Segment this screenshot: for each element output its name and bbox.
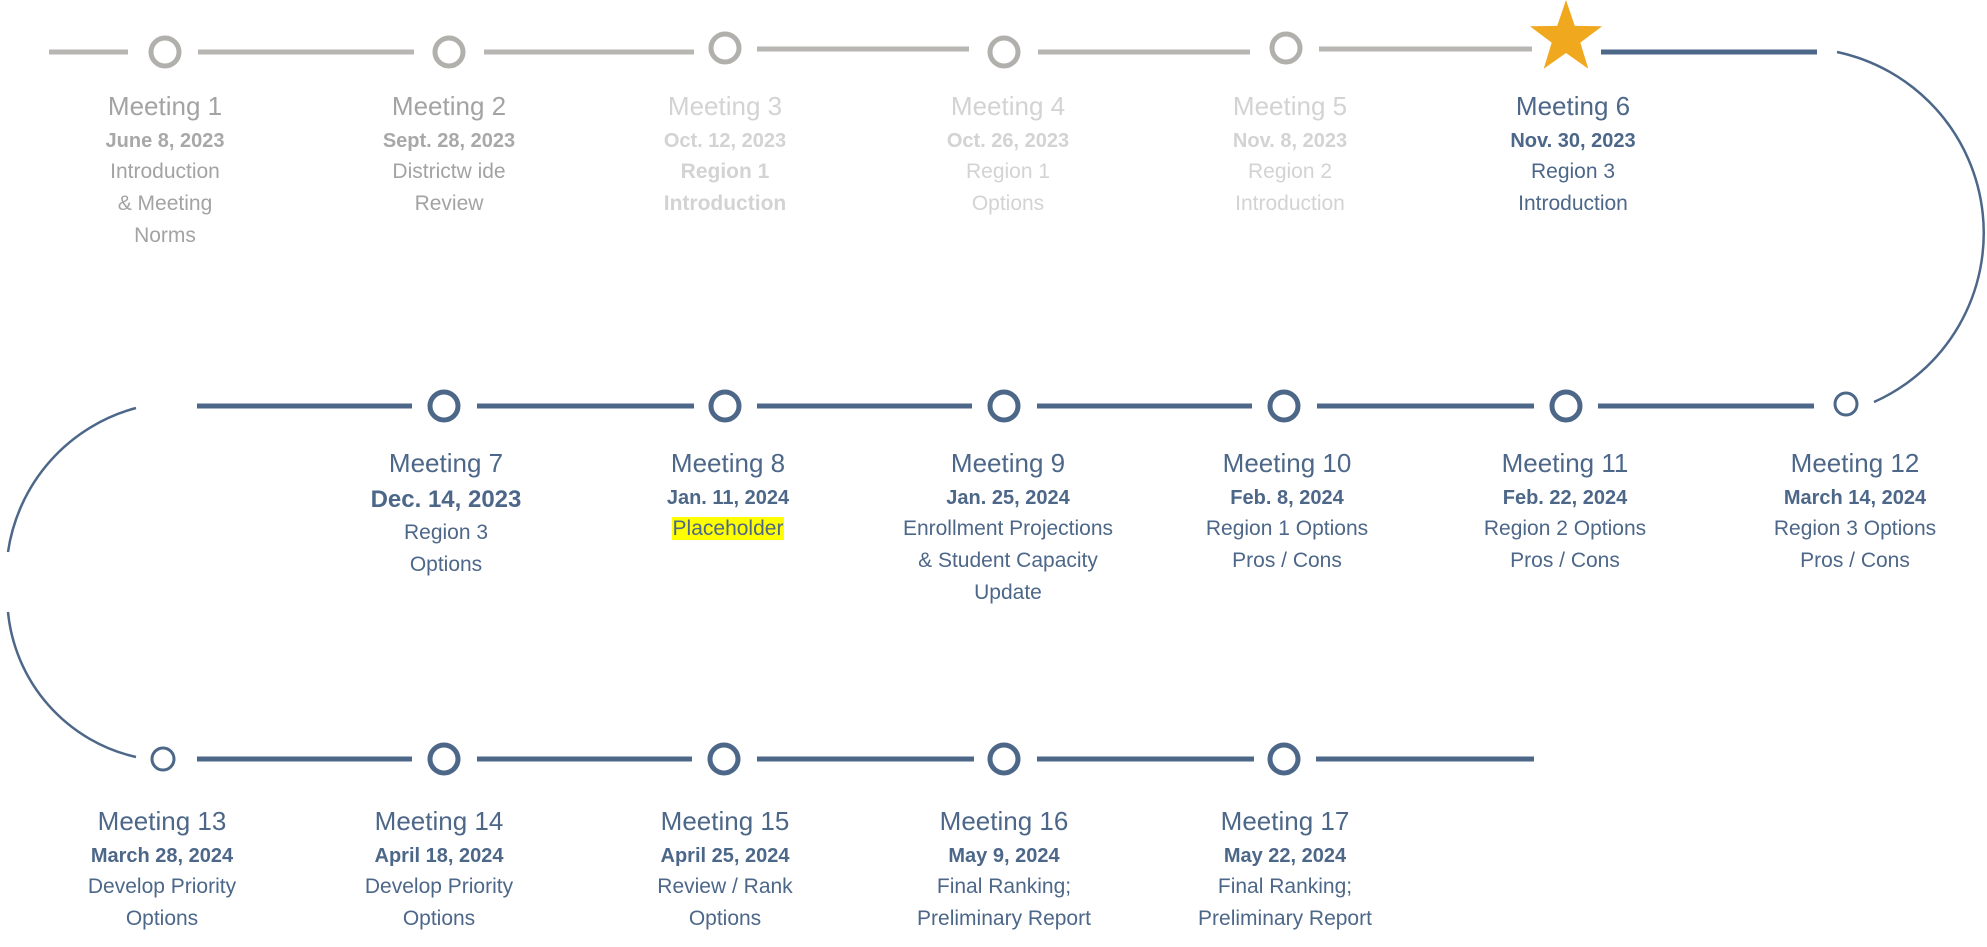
meeting-topic: Placeholder <box>608 513 848 545</box>
timeline-node-icon <box>1269 31 1303 65</box>
meeting-topic: Region 1 Options Pros / Cons <box>1205 517 1369 572</box>
meeting-date: Dec. 14, 2023 <box>370 486 522 513</box>
meeting-topic: Introduction & Meeting Norms <box>110 160 220 247</box>
timeline-node-icon <box>1549 389 1583 423</box>
meeting-title: Meeting 15 <box>660 806 790 836</box>
meeting-title: Meeting 1 <box>107 91 223 121</box>
meeting-topic: Region 2 Introduction <box>1235 160 1345 215</box>
meeting-title: Meeting 11 <box>1501 448 1629 478</box>
meeting-title: Meeting 12 <box>1790 448 1920 478</box>
meeting-topic: Region 3 Options <box>403 521 489 576</box>
meeting-date: Nov. 8, 2023 <box>1232 130 1348 152</box>
meeting-title: Meeting 6 <box>1515 91 1631 121</box>
meeting-title: Meeting 17 <box>1220 806 1350 836</box>
timeline-node-icon <box>432 35 466 69</box>
meeting-date: May 22, 2024 <box>1223 845 1347 867</box>
meeting-6: Meeting 6 Nov. 30, 2023 Region 3 Introduct… <box>1453 90 1693 220</box>
meeting-title: Meeting 9 <box>950 448 1066 478</box>
timeline-node-icon <box>148 35 182 69</box>
timeline-node-icon <box>150 746 176 772</box>
meeting-1: Meeting 1 June 8, 2023 Introduction & Meet… <box>45 90 285 252</box>
connector-curve-left-top <box>6 406 137 553</box>
meeting-date: Feb. 22, 2024 <box>1502 487 1628 509</box>
meeting-14: Meeting 14 April 18, 2024 Develop Priority… <box>319 805 559 935</box>
meeting-date: April 18, 2024 <box>374 845 504 867</box>
meeting-topic: Develop Priority Options <box>87 875 237 930</box>
meeting-date: Oct. 26, 2023 <box>946 130 1070 152</box>
timeline-node-icon <box>987 35 1021 69</box>
meeting-8: Meeting 8 Jan. 11, 2024 Placeholder <box>608 447 848 545</box>
meeting-date: Feb. 8, 2024 <box>1230 487 1344 509</box>
timeline-node-icon <box>708 31 742 65</box>
timeline-node-icon <box>1267 742 1301 776</box>
meeting-7: Meeting 7 Dec. 14, 2023 Region 3 Options <box>326 447 566 581</box>
timeline-node-icon <box>427 389 461 423</box>
meeting-topic: Districtw ide Review <box>392 160 506 215</box>
meeting-topic: Region 1 Introduction <box>663 160 787 215</box>
meeting-date: April 25, 2024 <box>660 845 790 867</box>
meeting-title: Meeting 2 <box>391 91 507 121</box>
meeting-title: Meeting 8 <box>670 448 786 478</box>
timeline-node-icon <box>987 742 1021 776</box>
meeting-title: Meeting 5 <box>1232 91 1348 121</box>
timeline-node-icon <box>427 742 461 776</box>
connector-curve-right <box>1836 50 1985 404</box>
meeting-topic: Review / Rank Options <box>657 875 793 930</box>
meeting-date: Nov. 30, 2023 <box>1510 130 1636 152</box>
meeting-12: Meeting 12 March 14, 2024 Region 3 Options… <box>1735 447 1975 577</box>
meeting-date: Jan. 11, 2024 <box>666 487 790 509</box>
meeting-13: Meeting 13 March 28, 2024 Develop Priority… <box>42 805 282 935</box>
meeting-5: Meeting 5 Nov. 8, 2023 Region 2 Introducti… <box>1170 90 1410 220</box>
star-icon <box>1529 0 1603 69</box>
timeline-node-icon <box>707 742 741 776</box>
meeting-title: Meeting 14 <box>374 806 504 836</box>
meeting-date: Oct. 12, 2023 <box>663 130 787 152</box>
meeting-2: Meeting 2 Sept. 28, 2023 Districtw ide Rev… <box>329 90 569 220</box>
meeting-date: June 8, 2023 <box>105 130 225 152</box>
timeline-node-icon <box>1833 391 1859 417</box>
meeting-16: Meeting 16 May 9, 2024 Final Ranking; Prel… <box>884 805 1124 935</box>
highlighted-placeholder: Placeholder <box>671 517 785 540</box>
meeting-topic: Region 3 Options Pros / Cons <box>1773 517 1937 572</box>
timeline-node-icon <box>708 389 742 423</box>
connector-curve-left-bottom <box>6 611 137 759</box>
meeting-topic: Region 2 Options Pros / Cons <box>1483 517 1647 572</box>
meeting-4: Meeting 4 Oct. 26, 2023 Region 1 Options <box>888 90 1128 220</box>
meeting-title: Meeting 7 <box>388 448 504 478</box>
meeting-topic: Develop Priority Options <box>364 875 514 930</box>
meeting-11: Meeting 11 Feb. 22, 2024 Region 2 Options … <box>1445 447 1685 577</box>
meeting-topic: Region 3 Introduction <box>1518 160 1628 215</box>
meeting-date: Jan. 25, 2024 <box>946 487 1070 509</box>
meeting-title: Meeting 10 <box>1222 448 1352 478</box>
meeting-date: March 28, 2024 <box>90 845 234 867</box>
meeting-topic: Final Ranking; Preliminary Report <box>1198 875 1372 930</box>
meeting-3: Meeting 3 Oct. 12, 2023 Region 1 Introduct… <box>605 90 845 220</box>
meeting-10: Meeting 10 Feb. 8, 2024 Region 1 Options P… <box>1167 447 1407 577</box>
meeting-topic: Final Ranking; Preliminary Report <box>917 875 1091 930</box>
timeline-node-icon <box>1267 389 1301 423</box>
meeting-date: Sept. 28, 2023 <box>382 130 516 152</box>
meeting-date: March 14, 2024 <box>1783 487 1927 509</box>
meeting-15: Meeting 15 April 25, 2024 Review / Rank Op… <box>605 805 845 935</box>
meeting-topic: Enrollment Projections & Student Capacit… <box>902 517 1114 604</box>
meeting-date: May 9, 2024 <box>948 845 1060 867</box>
meeting-9: Meeting 9 Jan. 25, 2024 Enrollment Project… <box>888 447 1128 609</box>
timeline-node-icon <box>987 389 1021 423</box>
meeting-17: Meeting 17 May 22, 2024 Final Ranking; Pre… <box>1165 805 1405 935</box>
meeting-title: Meeting 3 <box>667 91 783 121</box>
meeting-title: Meeting 4 <box>950 91 1066 121</box>
meeting-title: Meeting 16 <box>939 806 1069 836</box>
meeting-topic: Region 1 Options <box>965 160 1051 215</box>
meeting-title: Meeting 13 <box>97 806 227 836</box>
